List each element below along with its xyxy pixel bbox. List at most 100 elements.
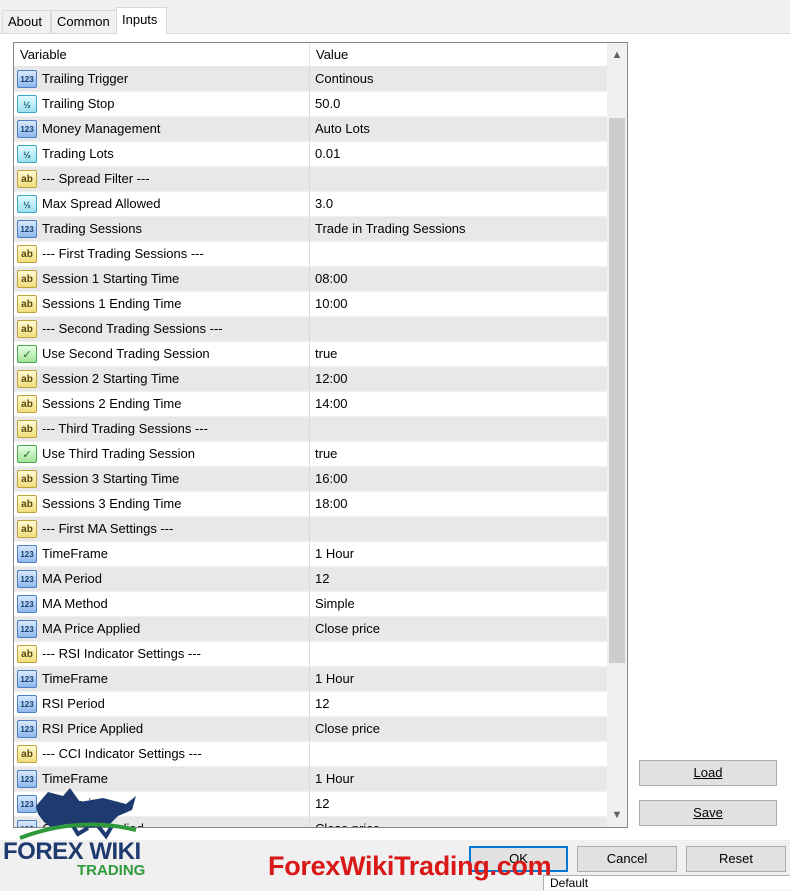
value-cell[interactable]: 12 — [310, 692, 607, 717]
table-row[interactable]: ab Session 3 Starting Time 16:00 — [14, 467, 607, 492]
variable-cell[interactable]: ab --- First MA Settings --- — [14, 517, 310, 542]
value-cell[interactable]: 18:00 — [310, 492, 607, 517]
value-cell[interactable]: 3.0 — [310, 192, 607, 217]
variable-cell[interactable]: 123 RSI Period — [14, 692, 310, 717]
variable-cell[interactable]: ab --- Spread Filter --- — [14, 167, 310, 192]
variable-cell[interactable]: ab --- Second Trading Sessions --- — [14, 317, 310, 342]
table-row[interactable]: 123 MA Period 12 — [14, 567, 607, 592]
variable-cell[interactable]: ab --- Third Trading Sessions --- — [14, 417, 310, 442]
value-cell[interactable] — [310, 642, 607, 667]
table-row[interactable]: ab --- Third Trading Sessions --- — [14, 417, 607, 442]
variable-cell[interactable]: ab Sessions 1 Ending Time — [14, 292, 310, 317]
value-cell[interactable]: Close price — [310, 717, 607, 742]
value-cell[interactable]: 14:00 — [310, 392, 607, 417]
table-row[interactable]: ½ Trading Lots 0.01 — [14, 142, 607, 167]
variable-cell[interactable]: ½ Trailing Stop — [14, 92, 310, 117]
scroll-thumb[interactable] — [609, 118, 625, 663]
variable-cell[interactable]: ½ Max Spread Allowed — [14, 192, 310, 217]
variable-cell[interactable]: ab --- First Trading Sessions --- — [14, 242, 310, 267]
value-cell[interactable] — [310, 417, 607, 442]
reset-button[interactable]: Reset — [686, 846, 786, 872]
table-row[interactable]: ab Sessions 1 Ending Time 10:00 — [14, 292, 607, 317]
load-button[interactable]: Load — [639, 760, 777, 786]
variable-cell[interactable]: ab Session 2 Starting Time — [14, 367, 310, 392]
value-cell[interactable]: true — [310, 442, 607, 467]
table-row[interactable]: 123 RSI Period 12 — [14, 692, 607, 717]
value-cell[interactable]: 12:00 — [310, 367, 607, 392]
value-cell[interactable]: Continous — [310, 67, 607, 92]
table-row[interactable]: 123 MA Price Applied Close price — [14, 617, 607, 642]
value-cell[interactable]: Close price — [310, 617, 607, 642]
variable-cell[interactable]: ab --- RSI Indicator Settings --- — [14, 642, 310, 667]
table-row[interactable]: ab --- Second Trading Sessions --- — [14, 317, 607, 342]
value-cell[interactable] — [310, 242, 607, 267]
cancel-button[interactable]: Cancel — [577, 846, 677, 872]
variable-cell[interactable]: 123 Trading Sessions — [14, 217, 310, 242]
column-header-variable[interactable]: Variable — [14, 43, 310, 67]
table-row[interactable]: ab --- CCI Indicator Settings --- — [14, 742, 607, 767]
value-cell[interactable]: true — [310, 342, 607, 367]
table-row[interactable]: ½ Max Spread Allowed 3.0 — [14, 192, 607, 217]
table-row[interactable]: ab --- RSI Indicator Settings --- — [14, 642, 607, 667]
variable-cell[interactable]: ✓ Use Third Trading Session — [14, 442, 310, 467]
table-row[interactable]: 123 Money Management Auto Lots — [14, 117, 607, 142]
table-row[interactable]: ✓ Use Third Trading Session true — [14, 442, 607, 467]
variable-cell[interactable]: 123 TimeFrame — [14, 667, 310, 692]
value-cell[interactable]: Close price — [310, 817, 607, 827]
tab-about[interactable]: About — [2, 10, 51, 33]
value-cell[interactable]: Auto Lots — [310, 117, 607, 142]
table-row[interactable]: ✓ Use Second Trading Session true — [14, 342, 607, 367]
vertical-scrollbar[interactable]: ▲ ▼ — [607, 43, 627, 827]
value-cell[interactable]: 12 — [310, 567, 607, 592]
variable-cell[interactable]: 123 MA Price Applied — [14, 617, 310, 642]
table-row[interactable]: 123 Trading Sessions Trade in Trading Sess… — [14, 217, 607, 242]
column-header-value[interactable]: Value — [310, 43, 607, 67]
variable-cell[interactable]: ab Session 3 Starting Time — [14, 467, 310, 492]
variable-cell[interactable]: 123 MA Period — [14, 567, 310, 592]
scroll-up-arrow-icon[interactable]: ▲ — [607, 45, 627, 65]
value-cell[interactable]: 1 Hour — [310, 542, 607, 567]
table-row[interactable]: ab Sessions 2 Ending Time 14:00 — [14, 392, 607, 417]
value-cell[interactable] — [310, 742, 607, 767]
variable-cell[interactable]: ab Sessions 2 Ending Time — [14, 392, 310, 417]
value-cell[interactable]: 12 — [310, 792, 607, 817]
inputs-grid[interactable]: Variable Value 123 Trailing Trigger Contin… — [13, 42, 628, 828]
variable-cell[interactable]: 123 Trailing Trigger — [14, 67, 310, 92]
value-cell[interactable]: 1 Hour — [310, 767, 607, 792]
tab-common[interactable]: Common — [51, 10, 117, 33]
save-button[interactable]: Save — [639, 800, 777, 826]
value-cell[interactable]: 1 Hour — [310, 667, 607, 692]
value-cell[interactable]: 16:00 — [310, 467, 607, 492]
variable-cell[interactable]: ab --- CCI Indicator Settings --- — [14, 742, 310, 767]
value-cell[interactable]: Trade in Trading Sessions — [310, 217, 607, 242]
value-cell[interactable]: 50.0 — [310, 92, 607, 117]
variable-cell[interactable]: ab Session 1 Starting Time — [14, 267, 310, 292]
value-cell[interactable] — [310, 167, 607, 192]
value-cell[interactable] — [310, 517, 607, 542]
table-row[interactable]: 123 MA Method Simple — [14, 592, 607, 617]
table-row[interactable]: 123 TimeFrame 1 Hour — [14, 542, 607, 567]
variable-cell[interactable]: 123 Money Management — [14, 117, 310, 142]
value-cell[interactable]: 10:00 — [310, 292, 607, 317]
table-row[interactable]: 123 Trailing Trigger Continous — [14, 67, 607, 92]
scroll-down-arrow-icon[interactable]: ▼ — [607, 805, 627, 825]
table-row[interactable]: ab --- Spread Filter --- — [14, 167, 607, 192]
variable-cell[interactable]: 123 MA Method — [14, 592, 310, 617]
value-cell[interactable] — [310, 317, 607, 342]
variable-cell[interactable]: ✓ Use Second Trading Session — [14, 342, 310, 367]
variable-cell[interactable]: 123 TimeFrame — [14, 542, 310, 567]
table-row[interactable]: ab Sessions 3 Ending Time 18:00 — [14, 492, 607, 517]
table-row[interactable]: ab Session 2 Starting Time 12:00 — [14, 367, 607, 392]
value-cell[interactable]: 08:00 — [310, 267, 607, 292]
table-row[interactable]: ab --- First Trading Sessions --- — [14, 242, 607, 267]
table-row[interactable]: ab --- First MA Settings --- — [14, 517, 607, 542]
table-row[interactable]: 123 TimeFrame 1 Hour — [14, 667, 607, 692]
variable-cell[interactable]: ab Sessions 3 Ending Time — [14, 492, 310, 517]
table-row[interactable]: ab Session 1 Starting Time 08:00 — [14, 267, 607, 292]
table-row[interactable]: 123 RSI Price Applied Close price — [14, 717, 607, 742]
variable-cell[interactable]: 123 RSI Price Applied — [14, 717, 310, 742]
tab-inputs[interactable]: Inputs — [116, 7, 167, 34]
table-row[interactable]: ½ Trailing Stop 50.0 — [14, 92, 607, 117]
value-cell[interactable]: 0.01 — [310, 142, 607, 167]
value-cell[interactable]: Simple — [310, 592, 607, 617]
